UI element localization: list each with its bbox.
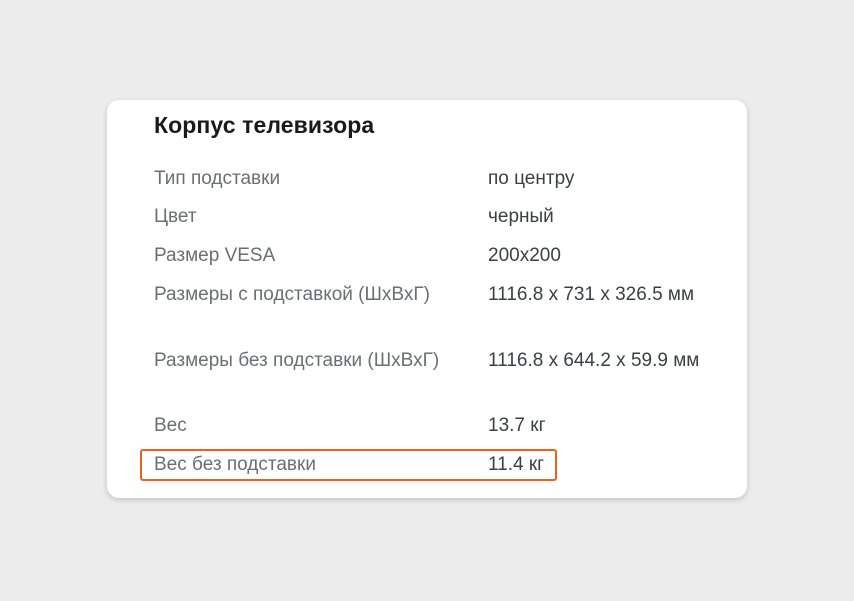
- spec-value: 13.7 кг: [488, 415, 546, 436]
- spec-label: Тип подставки: [154, 168, 281, 189]
- spec-value: 1116.8 x 644.2 x 59.9 мм: [488, 350, 700, 371]
- spec-value: по центру: [488, 168, 575, 189]
- spec-label: Размеры без подставки (ШхВхГ): [154, 350, 440, 371]
- spec-label: Вес: [154, 415, 187, 436]
- spec-label: Размер VESA: [154, 245, 276, 266]
- section-title: Корпус телевизора: [154, 112, 375, 138]
- highlight-box: [140, 449, 557, 481]
- spec-label: Размеры с подставкой (ШхВхГ): [154, 284, 430, 305]
- spec-value: 1116.8 x 731 x 326.5 мм: [488, 284, 695, 305]
- spec-value: 200x200: [488, 245, 561, 266]
- spec-label: Цвет: [154, 206, 197, 227]
- specs-card: Корпус телевизора Тип подставки по центр…: [107, 100, 747, 498]
- spec-value: черный: [488, 206, 554, 227]
